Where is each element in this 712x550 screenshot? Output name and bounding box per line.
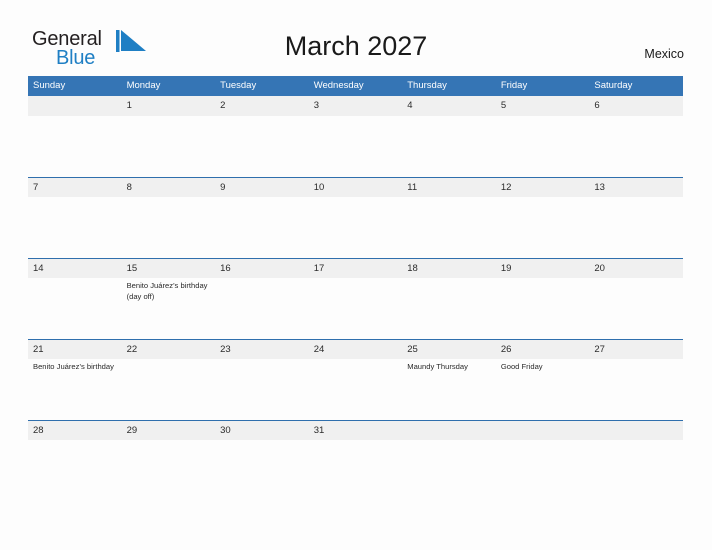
region-label: Mexico [644, 47, 684, 61]
page-title: March 2027 [284, 31, 428, 61]
day-event [122, 440, 216, 501]
week-event-band: Benito Juárez’s birthday (day off) [28, 278, 683, 339]
day-number[interactable]: 12 [496, 178, 590, 197]
day-number[interactable]: 10 [309, 178, 403, 197]
calendar-grid: Sunday Monday Tuesday Wednesday Thursday… [28, 76, 683, 501]
day-number[interactable] [589, 421, 683, 440]
day-event [496, 440, 590, 501]
day-event: Benito Juárez’s birthday [33, 362, 114, 371]
day-number[interactable]: 30 [215, 421, 309, 440]
day-event [215, 116, 309, 177]
day-number[interactable] [496, 421, 590, 440]
day-number[interactable]: 31 [309, 421, 403, 440]
day-event [402, 197, 496, 258]
day-number[interactable]: 25 [402, 340, 496, 359]
day-number[interactable]: 5 [496, 96, 590, 116]
day-event [28, 197, 122, 258]
day-event [215, 278, 309, 339]
day-number[interactable]: 14 [28, 259, 122, 278]
day-number[interactable]: 13 [589, 178, 683, 197]
day-number[interactable]: 11 [402, 178, 496, 197]
day-number[interactable] [28, 96, 122, 116]
calendar-week-row: 1 2 3 4 5 6 [28, 96, 683, 177]
day-event [215, 197, 309, 258]
day-event [28, 116, 122, 177]
day-event [28, 440, 122, 501]
day-number[interactable]: 19 [496, 259, 590, 278]
day-event [309, 278, 403, 339]
day-number[interactable]: 21 [28, 340, 122, 359]
day-event [309, 440, 403, 501]
weekday-header-tuesday: Tuesday [220, 80, 257, 91]
day-number[interactable]: 7 [28, 178, 122, 197]
calendar-week-row: 14 15 16 17 18 19 20 Benito Juárez’s bir… [28, 258, 683, 339]
day-number[interactable]: 15 [122, 259, 216, 278]
day-event [215, 359, 309, 420]
calendar-week-row: 7 8 9 10 11 12 13 [28, 177, 683, 258]
day-number[interactable]: 4 [402, 96, 496, 116]
week-date-band: 21 22 23 24 25 26 27 [28, 339, 683, 359]
day-number[interactable] [402, 421, 496, 440]
day-event [122, 197, 216, 258]
day-number[interactable]: 8 [122, 178, 216, 197]
day-number[interactable]: 22 [122, 340, 216, 359]
week-date-band: 14 15 16 17 18 19 20 [28, 258, 683, 278]
day-number[interactable]: 20 [589, 259, 683, 278]
weekday-header-row: Sunday Monday Tuesday Wednesday Thursday… [28, 76, 683, 96]
day-event [496, 116, 590, 177]
day-event [309, 197, 403, 258]
day-event [402, 440, 496, 501]
day-number[interactable]: 28 [28, 421, 122, 440]
week-event-band [28, 440, 683, 501]
day-event [589, 359, 683, 420]
day-event [28, 278, 122, 339]
calendar-week-row: 28 29 30 31 [28, 420, 683, 501]
day-event [589, 116, 683, 177]
week-date-band: 7 8 9 10 11 12 13 [28, 177, 683, 197]
day-event [589, 197, 683, 258]
page-header: General Blue March 2027 Mexico [0, 0, 712, 76]
day-event [215, 440, 309, 501]
day-event [589, 440, 683, 501]
day-number[interactable]: 2 [215, 96, 309, 116]
day-event [402, 278, 496, 339]
weekday-header-monday: Monday [126, 80, 161, 91]
day-number[interactable]: 29 [122, 421, 216, 440]
week-date-band: 28 29 30 31 [28, 420, 683, 440]
calendar-week-row: 21 22 23 24 25 26 27 Benito Juárez’s bir… [28, 339, 683, 420]
day-number[interactable]: 17 [309, 259, 403, 278]
weekday-header-friday: Friday [500, 80, 528, 91]
day-number[interactable]: 9 [215, 178, 309, 197]
weekday-header-thursday: Thursday [407, 80, 447, 91]
day-number[interactable]: 16 [215, 259, 309, 278]
day-number[interactable]: 3 [309, 96, 403, 116]
day-event [122, 359, 216, 420]
day-event [402, 116, 496, 177]
week-event-band [28, 197, 683, 258]
day-event: Maundy Thursday [407, 362, 468, 371]
day-event [122, 116, 216, 177]
day-number[interactable]: 6 [589, 96, 683, 116]
day-number[interactable]: 27 [589, 340, 683, 359]
weekday-header-saturday: Saturday [594, 80, 633, 91]
day-number[interactable]: 24 [309, 340, 403, 359]
day-event: Benito Juárez’s birthday (day off) [126, 281, 208, 301]
day-number[interactable]: 26 [496, 340, 590, 359]
week-event-band: Benito Juárez’s birthday Maundy Thursday… [28, 359, 683, 420]
day-number[interactable]: 18 [402, 259, 496, 278]
day-event [309, 116, 403, 177]
day-number[interactable]: 23 [215, 340, 309, 359]
weekday-header-wednesday: Wednesday [313, 80, 364, 91]
week-event-band [28, 116, 683, 177]
day-number[interactable]: 1 [122, 96, 216, 116]
day-event: Good Friday [500, 362, 543, 371]
day-event [589, 278, 683, 339]
week-date-band: 1 2 3 4 5 6 [28, 96, 683, 116]
day-event [496, 278, 590, 339]
day-event [309, 359, 403, 420]
weekday-header-sunday: Sunday [33, 80, 66, 91]
day-event [496, 197, 590, 258]
